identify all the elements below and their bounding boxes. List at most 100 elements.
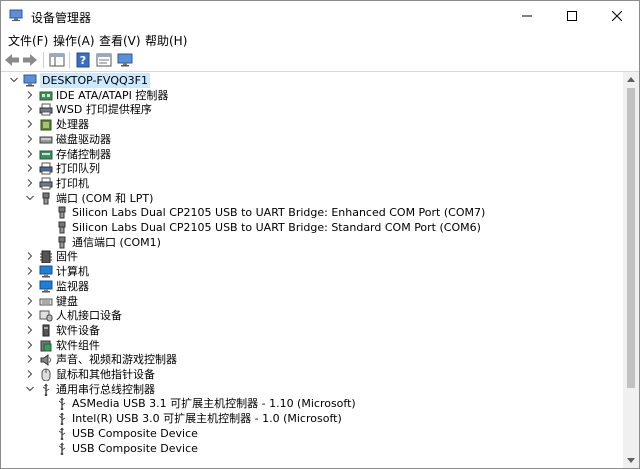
close-icon bbox=[611, 11, 622, 21]
chevron-right-icon[interactable] bbox=[25, 296, 35, 306]
chevron-down-icon[interactable] bbox=[25, 384, 35, 394]
chevron-down-icon[interactable] bbox=[9, 75, 19, 85]
tree-category-node[interactable]: 鼠标和其他指针设备 bbox=[1, 367, 621, 382]
tree-node-label: 端口 (COM 和 LPT) bbox=[56, 191, 154, 205]
port-icon bbox=[55, 221, 69, 234]
tree-category-node[interactable]: 通用串行总线控制器 bbox=[1, 382, 621, 397]
tree-node-label: 鼠标和其他指针设备 bbox=[56, 368, 155, 381]
chevron-right-icon[interactable] bbox=[25, 325, 35, 335]
tree-category-node[interactable]: 处理器 bbox=[1, 117, 621, 132]
svg-text:?: ? bbox=[80, 54, 86, 67]
keyboard-icon bbox=[39, 295, 53, 308]
device-manager-window: 设备管理器 文件(F) 操作(A) 查看(V) 帮助(H) ? DESKTOP-… bbox=[0, 0, 640, 469]
scroll-down-button[interactable] bbox=[623, 453, 639, 468]
firmware-icon bbox=[39, 250, 53, 264]
usb-icon bbox=[55, 442, 69, 455]
chevron-right-icon[interactable] bbox=[25, 369, 35, 379]
vertical-scrollbar[interactable] bbox=[623, 72, 639, 468]
chevron-right-icon[interactable] bbox=[25, 104, 35, 114]
processor-icon bbox=[39, 118, 53, 131]
tree-category-node[interactable]: 键盘 bbox=[1, 294, 621, 309]
chevron-right-icon[interactable] bbox=[25, 281, 35, 291]
window-title: 设备管理器 bbox=[31, 11, 92, 25]
tree-device-node[interactable]: USB Composite Device bbox=[1, 441, 621, 456]
tree-node-label: 固件 bbox=[56, 250, 78, 264]
scan-hardware-button[interactable] bbox=[116, 51, 134, 69]
back-button[interactable] bbox=[3, 51, 21, 69]
scroll-up-button[interactable] bbox=[623, 72, 639, 87]
tree-category-node[interactable]: 打印队列 bbox=[1, 161, 621, 176]
usb-icon bbox=[55, 397, 69, 411]
tree-node-label: 处理器 bbox=[56, 118, 89, 132]
tree-category-node[interactable]: 固件 bbox=[1, 249, 621, 264]
chevron-right-icon[interactable] bbox=[25, 310, 35, 320]
chevron-right-icon[interactable] bbox=[25, 178, 35, 188]
tree-device-node[interactable]: ASMedia USB 3.1 可扩展主机控制器 - 1.10 (Microso… bbox=[1, 396, 621, 411]
tree-device-node[interactable]: Silicon Labs Dual CP2105 USB to UART Bri… bbox=[1, 205, 621, 220]
usb-icon bbox=[39, 383, 53, 396]
help-button[interactable]: ? bbox=[74, 51, 92, 69]
tree-category-node[interactable]: 人机接口设备 bbox=[1, 308, 621, 323]
tree-category-node[interactable]: WSD 打印提供程序 bbox=[1, 102, 621, 117]
tree-category-node[interactable]: 存储控制器 bbox=[1, 147, 621, 162]
usb-icon bbox=[55, 427, 69, 441]
menu-bar: 文件(F) 操作(A) 查看(V) 帮助(H) bbox=[1, 31, 639, 49]
menu-view[interactable]: 查看(V) bbox=[99, 32, 141, 49]
back-arrow-icon bbox=[5, 54, 19, 66]
tree-category-node[interactable]: 端口 (COM 和 LPT) bbox=[1, 191, 621, 206]
toolbar-separator bbox=[69, 52, 70, 68]
chevron-right-icon[interactable] bbox=[25, 90, 35, 100]
usb-icon bbox=[55, 412, 69, 426]
forward-button[interactable] bbox=[21, 51, 39, 69]
tree-node-label: 键盘 bbox=[56, 294, 78, 308]
tree-root-node[interactable]: DESKTOP-FVQQ3F1 bbox=[1, 73, 621, 88]
device-manager-app-icon bbox=[9, 9, 23, 21]
tree-device-node[interactable]: USB Composite Device bbox=[1, 426, 621, 441]
tree-device-node[interactable]: Silicon Labs Dual CP2105 USB to UART Bri… bbox=[1, 220, 621, 235]
scrollbar-thumb[interactable] bbox=[627, 88, 635, 388]
tree-category-node[interactable]: 打印机 bbox=[1, 176, 621, 191]
tree-category-node[interactable]: 声音、视频和游戏控制器 bbox=[1, 352, 621, 367]
disk-drive-icon bbox=[39, 133, 53, 146]
tree-node-label: USB Composite Device bbox=[72, 441, 198, 455]
menu-help[interactable]: 帮助(H) bbox=[145, 32, 187, 49]
chevron-right-icon[interactable] bbox=[25, 340, 35, 350]
printer-icon bbox=[39, 103, 53, 116]
chevron-right-icon[interactable] bbox=[25, 354, 35, 364]
tree-category-node[interactable]: 计算机 bbox=[1, 264, 621, 279]
scroll-down-icon bbox=[627, 458, 635, 463]
menu-file[interactable]: 文件(F) bbox=[8, 32, 48, 49]
chevron-right-icon[interactable] bbox=[25, 251, 35, 261]
tree-node-label: 通信端口 (COM1) bbox=[72, 235, 161, 249]
tree-node-label: Silicon Labs Dual CP2105 USB to UART Bri… bbox=[72, 206, 486, 220]
tree-category-node[interactable]: IDE ATA/ATAPI 控制器 bbox=[1, 88, 621, 103]
show-hide-tree-button[interactable] bbox=[48, 51, 66, 69]
chevron-right-icon[interactable] bbox=[25, 134, 35, 144]
tree-category-node[interactable]: 磁盘驱动器 bbox=[1, 132, 621, 147]
chevron-down-icon[interactable] bbox=[25, 193, 35, 203]
software-component-icon bbox=[39, 339, 53, 352]
tree-node-label: 打印机 bbox=[56, 176, 89, 190]
properties-icon bbox=[96, 53, 112, 67]
close-button[interactable] bbox=[594, 1, 639, 31]
tree-node-label: 监视器 bbox=[56, 279, 89, 293]
tree-category-node[interactable]: 软件设备 bbox=[1, 323, 621, 338]
tree-node-label: 存储控制器 bbox=[56, 147, 111, 161]
menu-action[interactable]: 操作(A) bbox=[53, 32, 95, 49]
tree-node-label: 软件组件 bbox=[56, 338, 100, 352]
software-device-icon bbox=[39, 324, 53, 337]
tree-node-label: DESKTOP-FVQQ3F1 bbox=[40, 73, 150, 88]
chevron-right-icon[interactable] bbox=[25, 163, 35, 173]
properties-button[interactable] bbox=[95, 51, 113, 69]
toolbar: ? bbox=[1, 49, 639, 72]
minimize-button[interactable] bbox=[504, 1, 549, 31]
tree-category-node[interactable]: 软件组件 bbox=[1, 338, 621, 353]
chevron-right-icon[interactable] bbox=[25, 119, 35, 129]
chevron-right-icon[interactable] bbox=[25, 266, 35, 276]
tree-node-label: Silicon Labs Dual CP2105 USB to UART Bri… bbox=[72, 221, 481, 234]
chevron-right-icon[interactable] bbox=[25, 149, 35, 159]
tree-category-node[interactable]: 监视器 bbox=[1, 279, 621, 294]
tree-device-node[interactable]: Intel(R) USB 3.0 可扩展主机控制器 - 1.0 (Microso… bbox=[1, 411, 621, 426]
maximize-button[interactable] bbox=[549, 1, 594, 31]
tree-device-node[interactable]: 通信端口 (COM1) bbox=[1, 235, 621, 250]
